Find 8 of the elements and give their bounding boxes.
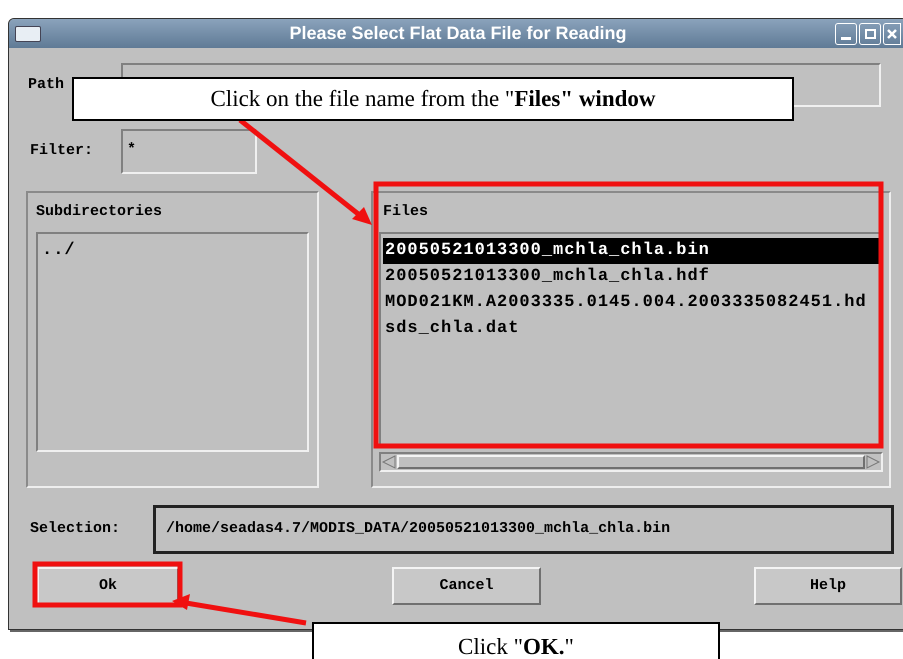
panel-title: Files [382, 202, 430, 222]
selection-label: Selection: [30, 519, 122, 540]
panel-title: Subdirectories [36, 202, 164, 222]
callout-text: Click on the file name from the "Files" window [210, 84, 656, 113]
callout-text: Click "OK." [458, 633, 574, 659]
filter-label: Filter: [30, 141, 94, 162]
window-title: Please Select Flat Data File for Reading [288, 22, 628, 45]
path-label: Path [28, 74, 66, 95]
